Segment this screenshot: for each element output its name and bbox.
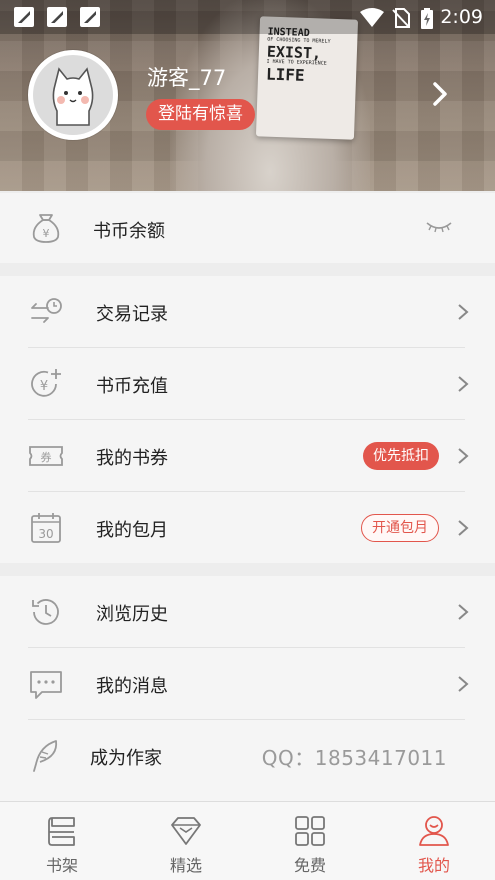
login-button[interactable]: 登陆有惊喜 bbox=[146, 99, 255, 130]
menu-item-label: 我的书券 bbox=[96, 448, 168, 469]
menu-group-other: 浏览历史 我的消息 成为作家 QQ：1853417011 bbox=[0, 576, 495, 801]
tab-bookshelf[interactable]: 书架 bbox=[0, 802, 124, 880]
message-icon bbox=[30, 671, 62, 699]
menu-item-label: 浏览历史 bbox=[96, 604, 168, 625]
chevron-right-icon bbox=[458, 604, 469, 620]
tab-mine[interactable]: 我的 bbox=[372, 802, 495, 880]
tab-label: 精选 bbox=[169, 856, 202, 875]
chevron-right-icon bbox=[458, 376, 469, 392]
app-notification-icon bbox=[80, 7, 100, 27]
menu-item-monthly[interactable]: 30 我的包月 开通包月 bbox=[0, 492, 495, 564]
chevron-right-icon bbox=[458, 304, 469, 320]
balance-row[interactable]: ¥ 书币余额 bbox=[0, 193, 495, 263]
menu-item-label: 我的包月 bbox=[96, 520, 168, 541]
tab-featured[interactable]: 精选 bbox=[124, 802, 248, 880]
menu-item-vouchers[interactable]: 券 我的书券 优先抵扣 bbox=[0, 420, 495, 492]
grid-icon bbox=[295, 816, 325, 846]
username: 游客_77 bbox=[147, 66, 227, 90]
tab-label: 免费 bbox=[293, 856, 326, 875]
menu-item-label: 成为作家 bbox=[90, 748, 162, 769]
tab-label: 书架 bbox=[45, 856, 78, 875]
app-notification-icon bbox=[47, 7, 67, 27]
status-time: 2:09 bbox=[440, 6, 483, 28]
chevron-right-icon[interactable] bbox=[428, 82, 452, 106]
menu-item-history[interactable]: 浏览历史 bbox=[0, 576, 495, 648]
menu-item-label: 交易记录 bbox=[96, 304, 168, 325]
book-cover-line: LIFE bbox=[265, 64, 305, 85]
menu-group-account: 交易记录 ¥ 书币充值 券 我的书券 优先抵扣 30 我的包月 开通包月 bbox=[0, 276, 495, 563]
wifi-icon bbox=[360, 8, 384, 27]
balance-section: ¥ 书币余额 bbox=[0, 193, 495, 263]
svg-text:30: 30 bbox=[38, 527, 53, 541]
transaction-history-icon bbox=[31, 298, 62, 323]
menu-item-label: 书币充值 bbox=[96, 376, 168, 397]
bookshelf-icon bbox=[48, 817, 75, 846]
balance-label: 书币余额 bbox=[93, 221, 165, 242]
money-bag-icon: ¥ bbox=[32, 214, 60, 243]
history-icon bbox=[32, 599, 59, 625]
voucher-badge: 优先抵扣 bbox=[363, 442, 439, 470]
svg-text:¥: ¥ bbox=[43, 227, 50, 240]
tab-free[interactable]: 免费 bbox=[248, 802, 372, 880]
menu-item-transactions[interactable]: 交易记录 bbox=[0, 276, 495, 348]
chevron-right-icon bbox=[458, 448, 469, 464]
battery-charging-icon bbox=[421, 8, 433, 29]
menu-item-become-author[interactable]: 成为作家 QQ：1853417011 bbox=[0, 720, 495, 792]
svg-text:¥: ¥ bbox=[40, 379, 48, 394]
qq-contact: QQ：1853417011 bbox=[261, 746, 447, 770]
coin-recharge-icon: ¥ bbox=[31, 369, 61, 397]
chevron-right-icon bbox=[458, 676, 469, 692]
avatar[interactable] bbox=[28, 50, 118, 140]
calendar-icon: 30 bbox=[31, 513, 61, 543]
voucher-icon: 券 bbox=[29, 446, 63, 466]
feather-icon bbox=[33, 740, 58, 772]
svg-text:券: 券 bbox=[41, 450, 52, 464]
status-bar: 2:09 bbox=[0, 0, 495, 34]
menu-item-label: 我的消息 bbox=[96, 676, 168, 697]
hide-balance-icon[interactable] bbox=[425, 219, 453, 235]
tab-label: 我的 bbox=[417, 856, 450, 875]
app-notification-icon bbox=[14, 7, 34, 27]
monthly-badge: 开通包月 bbox=[361, 514, 439, 542]
no-sim-icon bbox=[392, 8, 410, 28]
bottom-nav: 书架 精选 免费 我的 bbox=[0, 801, 495, 880]
chevron-right-icon bbox=[458, 520, 469, 536]
user-icon bbox=[419, 816, 449, 846]
menu-item-messages[interactable]: 我的消息 bbox=[0, 648, 495, 720]
cat-avatar-icon bbox=[33, 55, 113, 135]
book-cover: INSTEAD OF CHOOSING TO MERELY EXIST, I H… bbox=[255, 16, 359, 140]
menu-item-recharge[interactable]: ¥ 书币充值 bbox=[0, 348, 495, 420]
diamond-icon bbox=[171, 817, 201, 845]
profile-header: INSTEAD OF CHOOSING TO MERELY EXIST, I H… bbox=[0, 0, 495, 191]
